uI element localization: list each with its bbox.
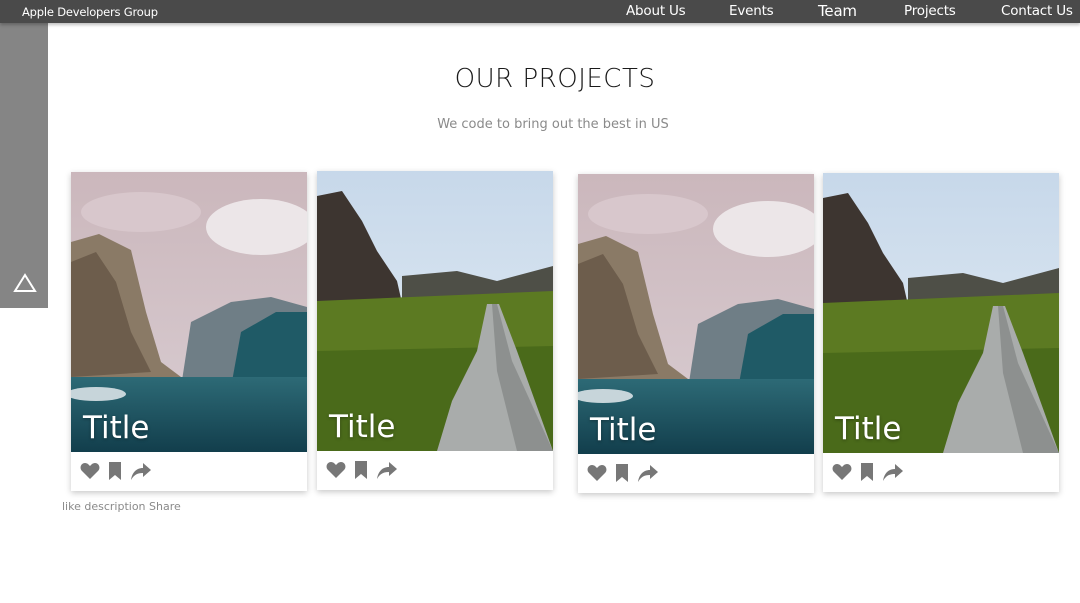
share-icon[interactable]: [377, 461, 397, 479]
side-menu-tab[interactable]: [0, 23, 48, 308]
nav-events[interactable]: Events: [729, 3, 774, 19]
nav-contact-us[interactable]: Contact Us: [1001, 3, 1073, 19]
page-title: OUR PROJECTS: [454, 64, 656, 94]
bookmark-icon[interactable]: [615, 464, 629, 482]
card-actions: [823, 453, 1059, 492]
heart-icon[interactable]: [587, 464, 607, 482]
nav-about-us[interactable]: About Us: [626, 3, 686, 19]
card-title: Title: [590, 412, 657, 448]
project-image-wooden-path: Title: [823, 173, 1059, 453]
page-subtitle: We code to bring out the best in US: [437, 117, 669, 132]
project-image-mountain-valley: Title: [578, 174, 814, 454]
heart-icon[interactable]: [80, 462, 100, 480]
triangle-icon[interactable]: [13, 273, 37, 293]
card-actions: [71, 452, 307, 491]
card-title: Title: [835, 411, 902, 447]
project-card[interactable]: Title: [71, 172, 307, 491]
share-icon[interactable]: [638, 464, 658, 482]
share-icon[interactable]: [883, 463, 903, 481]
project-card[interactable]: Title: [578, 174, 814, 493]
brand-name[interactable]: Apple Developers Group: [22, 5, 158, 19]
bookmark-icon[interactable]: [354, 461, 368, 479]
bookmark-icon[interactable]: [108, 462, 122, 480]
card-title: Title: [83, 410, 150, 446]
project-card[interactable]: Title: [823, 173, 1059, 492]
project-image-mountain-valley: Title: [71, 172, 307, 452]
project-image-wooden-path: Title: [317, 171, 553, 451]
heart-icon[interactable]: [326, 461, 346, 479]
heart-icon[interactable]: [832, 463, 852, 481]
share-icon[interactable]: [131, 462, 151, 480]
top-navbar: Apple Developers Group About Us Events T…: [0, 0, 1080, 23]
card-actions: [578, 454, 814, 493]
card-legend-text: like description Share: [62, 500, 181, 513]
nav-team[interactable]: Team: [818, 2, 857, 20]
card-actions: [317, 451, 553, 490]
project-card[interactable]: Title: [317, 171, 553, 490]
nav-projects[interactable]: Projects: [904, 3, 956, 19]
card-title: Title: [329, 409, 396, 445]
bookmark-icon[interactable]: [860, 463, 874, 481]
